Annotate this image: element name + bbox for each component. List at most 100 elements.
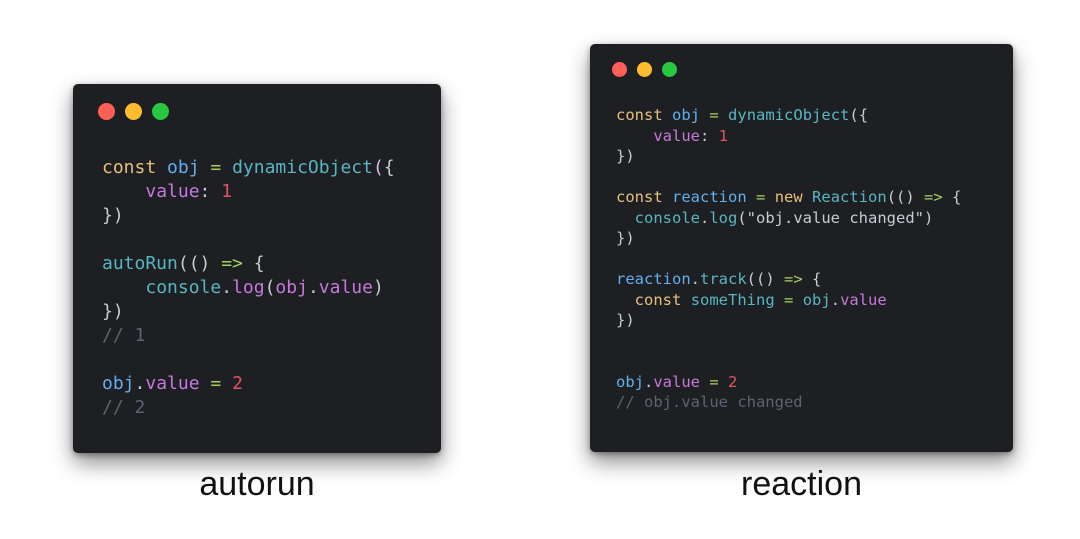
code-token: .	[134, 373, 146, 394]
code-token: (()	[886, 188, 925, 206]
code-token: ({	[372, 157, 395, 178]
code-line: const someThing = obj.value	[616, 290, 961, 311]
caption-autorun: autorun	[199, 465, 315, 503]
code-block-reaction: const obj = dynamicObject({ value: 1}) co…	[616, 105, 961, 413]
code-token: value	[840, 290, 887, 309]
code-token: value	[145, 373, 200, 394]
code-line: const reaction = new Reaction(() => {	[616, 187, 961, 208]
code-token: .	[700, 208, 710, 227]
code-token: 1	[221, 181, 233, 202]
code-token: dynamicObject	[728, 106, 850, 124]
code-token: (()	[177, 253, 222, 274]
code-token: 1	[718, 126, 729, 145]
maximize-dot-icon	[662, 62, 677, 77]
minimize-dot-icon	[637, 62, 652, 77]
code-line: autoRun(() => {	[102, 252, 395, 276]
code-token: )	[372, 277, 384, 298]
code-token: new	[774, 188, 803, 206]
code-token: {	[802, 270, 822, 288]
code-token: =	[210, 373, 222, 394]
code-token: log	[232, 277, 265, 298]
code-block-autorun: const obj = dynamicObject({ value: 1}) au…	[102, 156, 395, 420]
code-window-reaction: const obj = dynamicObject({ value: 1}) co…	[590, 44, 1013, 452]
code-token: 2	[232, 373, 243, 394]
code-line: })	[616, 146, 961, 167]
code-token: const	[634, 290, 682, 309]
code-comment: // 2	[102, 397, 146, 418]
code-token: =>	[924, 188, 943, 206]
maximize-dot-icon	[152, 103, 169, 120]
code-token: =	[709, 372, 719, 391]
code-token: {	[942, 188, 962, 206]
code-line: // obj.value changed	[616, 392, 961, 413]
code-window-autorun: const obj = dynamicObject({ value: 1}) au…	[73, 84, 441, 453]
code-token: obj	[802, 290, 831, 309]
code-token: obj	[102, 373, 135, 394]
code-token: dynamicObject	[232, 157, 373, 178]
code-token: const	[616, 106, 663, 124]
code-token: .	[307, 277, 319, 298]
code-line: // 1	[102, 324, 395, 348]
code-token: console	[634, 208, 700, 227]
code-line: })	[102, 204, 395, 228]
code-line: obj.value = 2	[616, 372, 961, 393]
code-token: 2	[728, 372, 738, 391]
code-token: .	[221, 277, 233, 298]
code-line: reaction.track(() => {	[616, 269, 961, 290]
code-token: track	[700, 270, 747, 288]
code-token: obj	[672, 106, 701, 124]
code-token: Reaction	[812, 188, 887, 206]
code-token: })	[102, 205, 124, 226]
code-line: console.log("obj.value changed")	[616, 208, 961, 229]
code-token: .	[830, 290, 841, 309]
code-token: })	[616, 147, 635, 165]
code-token: reaction	[672, 188, 747, 206]
code-token: {	[242, 253, 265, 274]
code-line: const obj = dynamicObject({	[616, 105, 961, 126]
code-token: =>	[784, 270, 803, 288]
code-comment: // 1	[102, 325, 146, 346]
code-comment: // obj.value changed	[616, 393, 803, 411]
code-line: value: 1	[102, 180, 395, 204]
code-token: :	[199, 181, 222, 202]
code-line: })	[616, 228, 961, 249]
code-token: .	[644, 372, 654, 391]
code-line: })	[102, 300, 395, 324]
code-token: value	[653, 372, 701, 391]
code-token: =	[210, 157, 222, 178]
code-token: =>	[221, 253, 243, 274]
code-token: ({	[849, 106, 869, 124]
code-line: const obj = dynamicObject({	[102, 156, 395, 180]
code-line: value: 1	[616, 126, 961, 147]
code-token: autoRun	[102, 253, 178, 274]
code-token: console	[145, 277, 222, 298]
code-token: })	[616, 229, 635, 247]
code-token: })	[102, 301, 124, 322]
code-token: (()	[746, 270, 784, 288]
close-dot-icon	[612, 62, 627, 77]
code-token: obj	[275, 277, 308, 298]
close-dot-icon	[98, 103, 115, 120]
code-token: ("obj.value changed")	[737, 208, 934, 227]
